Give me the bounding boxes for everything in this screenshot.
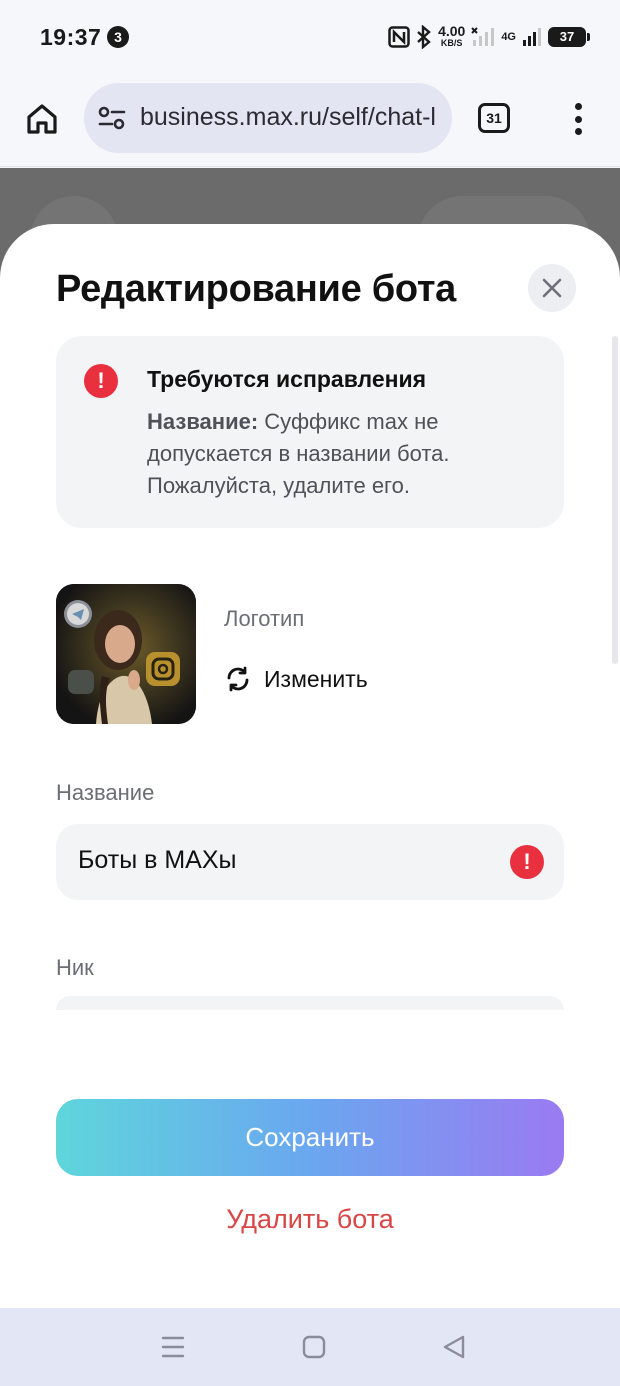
nick-input[interactable] [56,996,564,1010]
close-icon [542,278,562,298]
validation-alert: ! Требуются исправления Название: Суффик… [56,336,564,528]
logo-label: Логотип [224,606,305,631]
status-time: 19:37 [40,24,102,50]
tune-icon[interactable] [98,105,126,136]
bot-logo-image[interactable] [56,584,196,724]
signal-icon-sim2 [522,26,542,48]
address-bar[interactable]: business.max.ru/self/chat-l [84,83,452,153]
sheet-scrollbar[interactable] [612,336,618,664]
status-icons: 4.00 KB/S 4G 37 [388,22,590,52]
network-type: 4G [501,31,516,43]
speed-unit: KB/S [440,38,463,48]
name-input[interactable]: Боты в МАХы ! [56,824,564,900]
url-text[interactable]: business.max.ru/self/chat-l [140,103,436,132]
change-logo-button[interactable]: Изменить [224,662,368,696]
change-logo-label: Изменить [264,665,368,692]
edit-bot-sheet: Редактирование бота ! Требуются исправле… [0,224,620,1308]
more-vertical-icon[interactable] [566,101,590,137]
notification-count-badge: 3 [107,26,129,48]
nick-field-label: Ник [56,955,94,980]
close-button[interactable] [528,264,576,312]
field-error-icon: ! [510,845,544,879]
alert-message: Название: Суффикс max не допускается в н… [147,406,547,502]
sheet-title: Редактирование бота [56,268,456,310]
home-nav-icon[interactable] [302,1334,326,1365]
name-input-value[interactable]: Боты в МАХы [78,846,237,875]
battery-indicator: 37 [548,27,590,47]
alert-field-name: Название: [147,409,259,434]
name-field-label: Название [56,780,155,805]
bluetooth-icon [416,25,432,49]
recent-apps-icon[interactable] [161,1334,185,1365]
back-nav-icon[interactable] [442,1334,466,1365]
nfc-icon [388,26,410,48]
signal-icon-sim1 [471,26,495,48]
save-button[interactable]: Сохранить [56,1099,564,1176]
browser-toolbar: business.max.ru/self/chat-l 31 [0,75,620,167]
alert-title: Требуются исправления [147,366,427,392]
system-navigation-bar [0,1308,620,1386]
home-icon [27,104,57,134]
network-speed: 4.00 KB/S [438,24,465,49]
refresh-icon [227,666,249,692]
error-icon: ! [84,364,118,398]
status-bar: 19:37 3 4.00 KB/S 4G 37 [0,0,620,75]
delete-bot-button[interactable]: Удалить бота [56,1204,564,1235]
home-button[interactable] [22,97,62,141]
tabs-button[interactable]: 31 [478,103,510,133]
